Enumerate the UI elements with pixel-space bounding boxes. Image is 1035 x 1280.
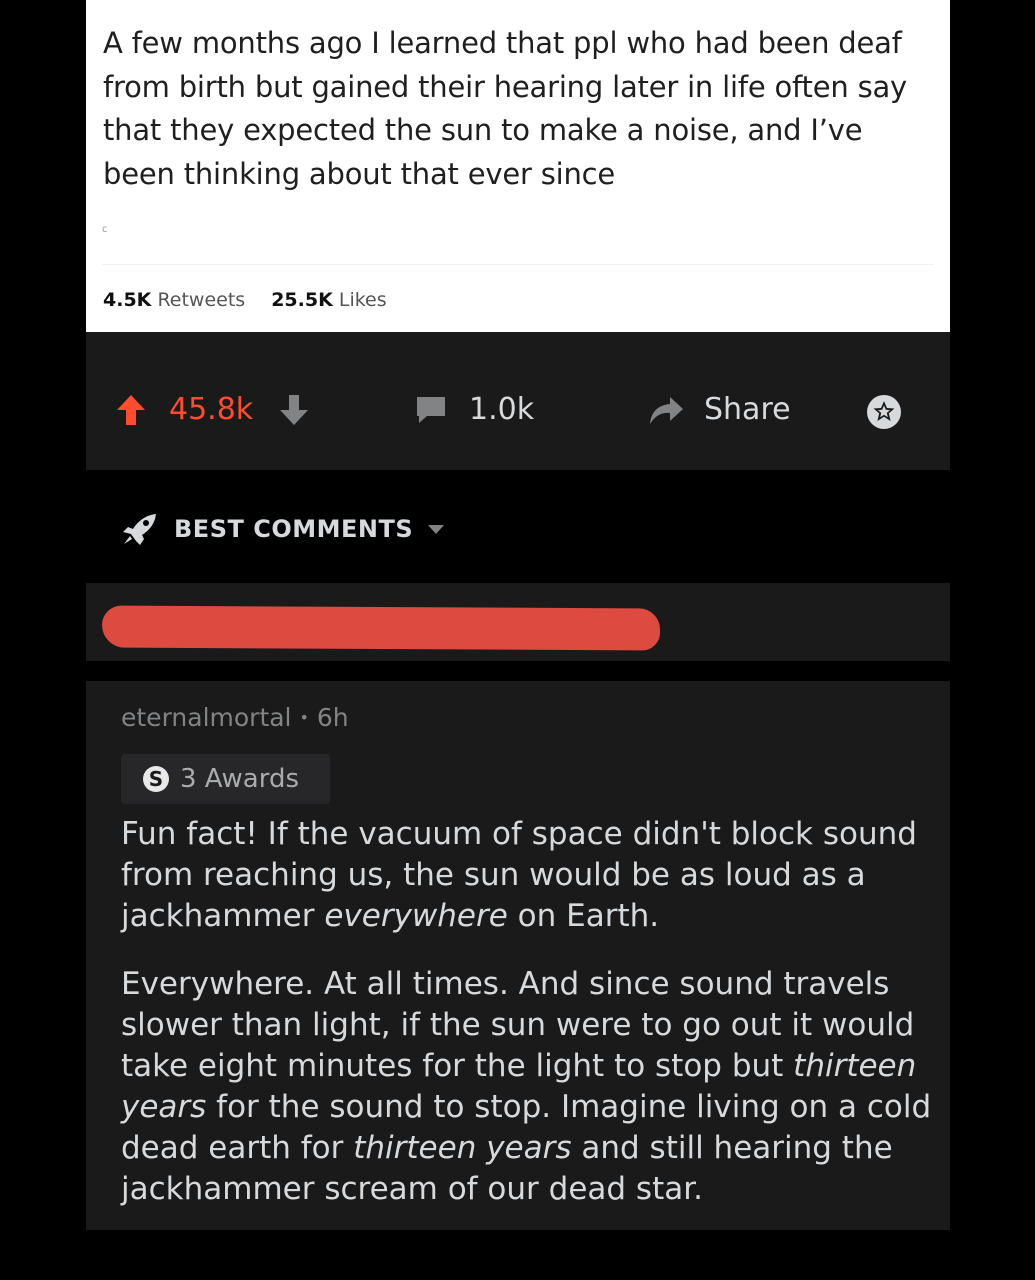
likes-label: Likes [338,289,387,311]
likes-stat[interactable]: 25.5K Likes [271,289,386,311]
rocket-icon [123,514,156,545]
comment-paragraph-2: Everywhere. At all times. And since soun… [121,966,932,1207]
silver-award-icon: S [143,766,169,792]
awards-badge[interactable]: S 3 Awards [121,754,330,804]
redacted-comment-row [86,583,950,661]
comment-body: Fun fact! If the vacuum of space didn't … [121,814,941,1237]
retweets-label: Retweets [157,289,246,311]
screenshot-frame: A few months ago I learned that ppl who … [86,0,950,1230]
upvote-arrow-icon[interactable] [116,394,146,426]
sort-bar: BEST COMMENTS [86,470,950,583]
likes-count: 25.5K [271,289,333,311]
comment-author[interactable]: eternalmortal [121,703,292,732]
sort-dropdown[interactable]: BEST COMMENTS [122,512,445,546]
comments-count: 1.0k [469,392,535,427]
comments-button[interactable]: 1.0k [415,392,534,427]
award-star-icon[interactable] [866,394,902,430]
svg-text:S: S [149,767,163,791]
retweets-count: 4.5K [103,289,152,311]
downvote-arrow-icon[interactable] [279,394,309,426]
comment: eternalmortal • 6h S 3 Awards Fun fact! … [86,681,950,1230]
comment-paragraph-1: Fun fact! If the vacuum of space didn't … [121,816,917,934]
tweet-divider [102,264,934,265]
tweet-stats: 4.5K Retweets 25.5K Likes [103,289,387,311]
tweet-text: A few months ago I learned that ppl who … [103,26,908,191]
tweet-date: c [102,224,108,235]
share-button[interactable]: Share [648,392,791,427]
sort-label: BEST COMMENTS [174,515,414,543]
share-arrow-icon [650,396,683,424]
meta-separator: • [299,708,309,727]
vote-score: 45.8k [169,392,254,427]
post-action-bar: 45.8k 1.0k Share [86,332,950,470]
comment-meta: eternalmortal • 6h [121,703,349,732]
chevron-down-icon [428,525,445,534]
share-label: Share [704,392,791,427]
comment-age: 6h [316,703,349,732]
retweets-stat[interactable]: 4.5K Retweets [103,289,245,311]
comment-bubble-icon [417,396,445,423]
vote-controls: 45.8k [116,392,309,427]
awards-count: 3 Awards [180,764,300,794]
redaction-marker [101,605,661,651]
tweet-card: A few months ago I learned that ppl who … [86,0,950,332]
